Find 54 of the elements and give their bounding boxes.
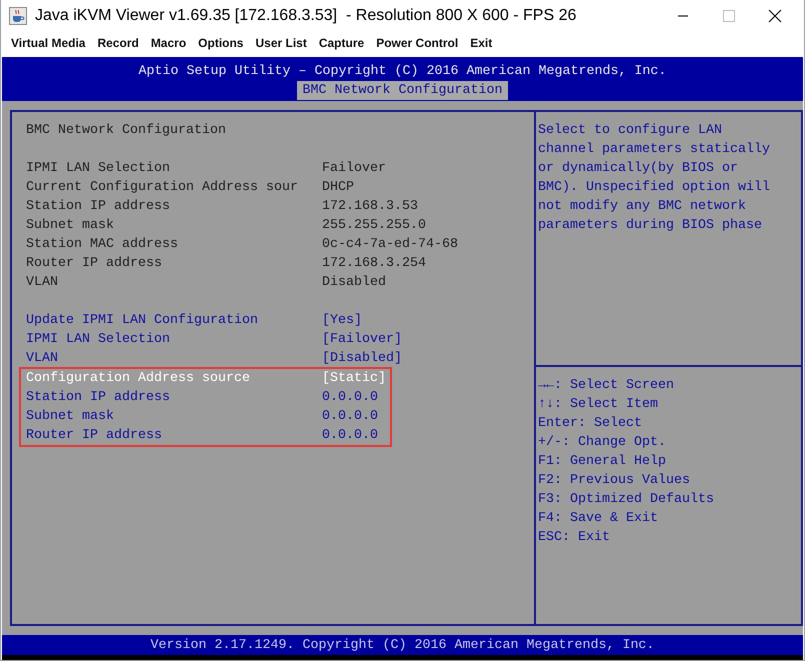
setting-label[interactable]: Configuration Address source [26, 369, 322, 388]
key-hint: +/-: Change Opt. [538, 434, 667, 452]
setting-value[interactable]: [Failover] [322, 330, 402, 349]
close-icon [768, 9, 782, 23]
setting-label[interactable]: Update IPMI LAN Configuration [26, 311, 322, 330]
help-text: Select to configure LAN channel parameters statically or dynamically(by BIOS or BMC). Unspecified option will not modify any BMC network parameters during BIOS phase [538, 122, 771, 235]
menu-item[interactable]: Options [194, 36, 252, 50]
setting-label[interactable]: VLAN [26, 349, 322, 368]
maximize-icon [723, 10, 735, 22]
key-hint: F1: General Help [538, 453, 667, 471]
menu-item[interactable]: Power Control [372, 36, 466, 50]
key-hint: F4: Save & Exit [538, 510, 659, 528]
info-value: Failover [322, 160, 386, 178]
key-hint: ↑↓: Select Item [538, 396, 659, 414]
info-label: VLAN [26, 274, 59, 292]
window-title: Java iKVM Viewer v1.69.35 [172.168.3.53] - Resolution 800 X 600 - FPS 26 [35, 7, 578, 25]
key-hint: ESC: Exit [538, 529, 611, 547]
info-value: 172.168.3.254 [322, 255, 426, 273]
key-hint: →←: Select Screen [538, 377, 675, 395]
key-hint: F2: Previous Values [538, 472, 691, 490]
version-footer: Version 2.17.1249. Copyright (C) 2016 American Megatrends, Inc. [150, 636, 654, 654]
setting-value[interactable]: 0.0.0.0 [322, 388, 378, 407]
key-hint: Enter: Select [538, 415, 643, 433]
info-label: Station MAC address [26, 236, 179, 254]
key-hint: F3: Optimized Defaults [538, 491, 715, 509]
setting-label[interactable]: Station IP address [26, 388, 322, 407]
setting-value[interactable]: 0.0.0.0 [322, 407, 378, 426]
info-value: 0c-c4-7a-ed-74-68 [322, 236, 458, 254]
info-value: 255.255.255.0 [322, 217, 426, 235]
info-label: Router IP address [26, 255, 163, 273]
setting-value[interactable]: 0.0.0.0 [322, 426, 378, 445]
info-label: Station IP address [26, 198, 171, 216]
setting-label[interactable]: IPMI LAN Selection [26, 330, 322, 349]
info-value: Disabled [322, 274, 386, 292]
tab[interactable]: BMC Network Configuration [296, 81, 508, 100]
section-title: BMC Network Configuration [26, 122, 227, 140]
bios-header: Aptio Setup Utility – Copyright (C) 2016 American Megatrends, Inc. [138, 63, 666, 81]
setting-value[interactable]: [Disabled] [322, 349, 402, 368]
info-value: 172.168.3.53 [322, 198, 418, 216]
info-label: Current Configuration Address sour [26, 179, 299, 197]
setting-value[interactable]: [Static] [322, 369, 386, 388]
menu-item[interactable]: Record [93, 36, 147, 50]
info-value: DHCP [322, 179, 354, 197]
menu-item[interactable]: User List [251, 36, 315, 50]
setting-label[interactable]: Router IP address [26, 426, 322, 445]
setting-label[interactable]: Subnet mask [26, 407, 322, 426]
menu-item[interactable]: Virtual Media [7, 36, 94, 50]
info-label: Subnet mask [26, 217, 115, 235]
menu-item[interactable]: Macro [146, 36, 194, 50]
coffee-cup-icon [9, 7, 27, 25]
menu-item[interactable]: Exit [466, 36, 500, 50]
menu-item[interactable]: Capture [314, 36, 372, 50]
setting-value[interactable]: [Yes] [322, 311, 362, 330]
info-label: IPMI LAN Selection [26, 160, 171, 178]
